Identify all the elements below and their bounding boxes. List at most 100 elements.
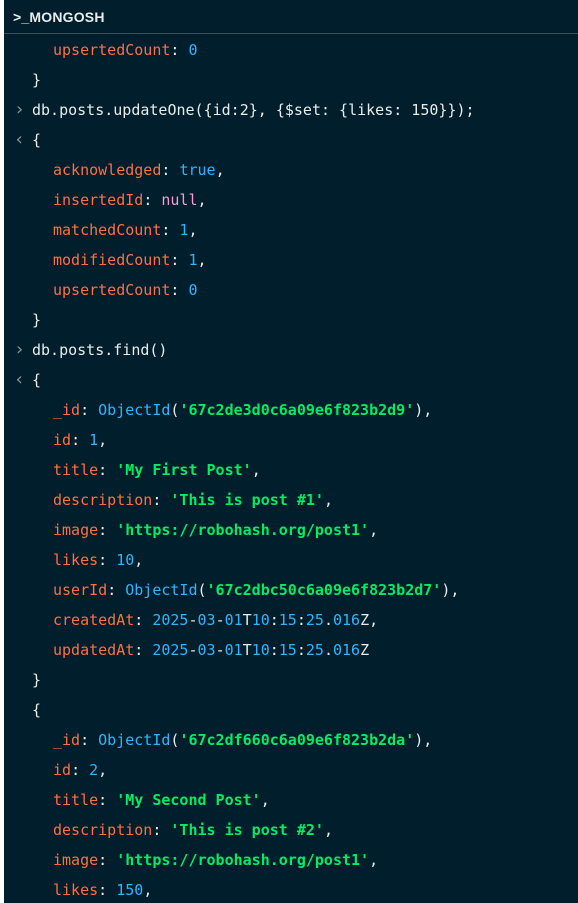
date-sep: - bbox=[188, 611, 198, 629]
colon: : bbox=[134, 611, 153, 629]
field-line: likes: 10, bbox=[4, 545, 578, 575]
date-sep: Z bbox=[360, 641, 370, 659]
date-sep: Z bbox=[360, 611, 370, 629]
colon: : bbox=[98, 521, 117, 539]
field-key: upsertedCount bbox=[53, 281, 171, 299]
command-text: db.posts.find() bbox=[32, 341, 168, 359]
field-key: createdAt bbox=[53, 611, 135, 629]
comma: , bbox=[260, 791, 270, 809]
field-value: 'https://robohash.org/post1' bbox=[116, 851, 370, 869]
field-key: title bbox=[53, 791, 99, 809]
colon: : bbox=[107, 581, 126, 599]
date-sep: . bbox=[323, 641, 333, 659]
command-line: › db.posts.updateOne({id:2}, {$set: {like… bbox=[4, 95, 578, 125]
paren: ) bbox=[414, 401, 424, 419]
command-line: › db.posts.find() bbox=[4, 335, 578, 365]
colon: : bbox=[98, 851, 117, 869]
chevron-right-icon: › bbox=[14, 339, 25, 360]
comma: , bbox=[251, 461, 261, 479]
brace-line: ‹{ bbox=[4, 365, 578, 395]
shell-output[interactable]: upsertedCount: 0} › db.posts.updateOne({id… bbox=[4, 34, 578, 903]
chevron-left-icon: ‹ bbox=[14, 129, 25, 150]
brace-line: } bbox=[4, 65, 578, 95]
field-key: updatedAt bbox=[53, 641, 135, 659]
field-value: null bbox=[161, 191, 198, 209]
date-digits: 15 bbox=[278, 611, 297, 629]
field-line: upsertedCount: 0 bbox=[4, 275, 578, 305]
field-line: upsertedCount: 0 bbox=[4, 35, 578, 65]
date-sep: : bbox=[269, 611, 279, 629]
colon: : bbox=[98, 461, 117, 479]
field-value: 'https://robohash.org/post1' bbox=[116, 521, 370, 539]
comma: , bbox=[369, 851, 379, 869]
comma: , bbox=[188, 221, 198, 239]
brace: } bbox=[32, 311, 42, 329]
date-digits: 10 bbox=[251, 611, 270, 629]
date-sep: : bbox=[296, 641, 306, 659]
date-digits: 15 bbox=[278, 641, 297, 659]
date-sep: - bbox=[215, 611, 225, 629]
comma: , bbox=[98, 761, 108, 779]
date-digits: 016 bbox=[332, 611, 361, 629]
field-key: description bbox=[53, 821, 153, 839]
date-sep: - bbox=[188, 641, 198, 659]
brace-line: { bbox=[4, 695, 578, 725]
shell-title: >_MONGOSH bbox=[13, 8, 105, 25]
colon: : bbox=[143, 191, 162, 209]
date-digits: 2025 bbox=[152, 611, 189, 629]
colon: : bbox=[98, 791, 117, 809]
colon: : bbox=[71, 431, 90, 449]
field-key: matchedCount bbox=[53, 221, 162, 239]
field-key: insertedId bbox=[53, 191, 144, 209]
field-key: upsertedCount bbox=[53, 41, 171, 59]
field-line: image: 'https://robohash.org/post1', bbox=[4, 515, 578, 545]
field-key: userId bbox=[53, 581, 108, 599]
colon: : bbox=[161, 161, 180, 179]
objectid-fn: ObjectId bbox=[98, 731, 171, 749]
comma: , bbox=[134, 551, 144, 569]
comma: , bbox=[323, 821, 333, 839]
colon: : bbox=[134, 641, 153, 659]
mongosh-shell-panel: >_MONGOSH upsertedCount: 0} › db.posts.upd… bbox=[4, 0, 578, 903]
field-line: title: 'My First Post', bbox=[4, 455, 578, 485]
colon: : bbox=[170, 281, 189, 299]
field-line: title: 'My Second Post', bbox=[4, 785, 578, 815]
brace: } bbox=[32, 671, 42, 689]
comma: , bbox=[423, 731, 433, 749]
field-value: 10 bbox=[116, 551, 135, 569]
objectid-value: '67c2dbc50c6a09e6f823b2d7' bbox=[206, 581, 442, 599]
date-digits: 03 bbox=[197, 641, 216, 659]
field-value: 1 bbox=[188, 251, 198, 269]
comma: , bbox=[323, 491, 333, 509]
brace-line: } bbox=[4, 305, 578, 335]
command-text: db.posts.updateOne({id:2}, {$set: {likes… bbox=[32, 101, 475, 119]
comma: , bbox=[423, 401, 433, 419]
brace: { bbox=[32, 371, 42, 389]
date-digits: 10 bbox=[251, 641, 270, 659]
colon: : bbox=[71, 761, 90, 779]
colon: : bbox=[80, 731, 99, 749]
field-line: modifiedCount: 1, bbox=[4, 245, 578, 275]
field-line: description: 'This is post #1', bbox=[4, 485, 578, 515]
comma: , bbox=[369, 521, 379, 539]
field-line: description: 'This is post #2', bbox=[4, 815, 578, 845]
brace: { bbox=[32, 701, 42, 719]
date-digits: 01 bbox=[224, 611, 243, 629]
brace: { bbox=[32, 131, 42, 149]
field-line: acknowledged: true, bbox=[4, 155, 578, 185]
field-key: _id bbox=[53, 401, 81, 419]
field-value: 'My First Post' bbox=[116, 461, 252, 479]
field-key: title bbox=[53, 461, 99, 479]
date-digits: 2025 bbox=[152, 641, 189, 659]
date-digits: 03 bbox=[197, 611, 216, 629]
field-line: image: 'https://robohash.org/post1', bbox=[4, 845, 578, 875]
colon: : bbox=[98, 881, 117, 899]
field-key: image bbox=[53, 851, 99, 869]
field-key: description bbox=[53, 491, 153, 509]
field-line: updatedAt: 2025-03-01T10:15:25.016Z bbox=[4, 635, 578, 665]
field-value: true bbox=[179, 161, 216, 179]
field-key: _id bbox=[53, 731, 81, 749]
objectid-fn: ObjectId bbox=[98, 401, 171, 419]
shell-header: >_MONGOSH bbox=[4, 0, 578, 34]
field-value: 0 bbox=[188, 281, 198, 299]
